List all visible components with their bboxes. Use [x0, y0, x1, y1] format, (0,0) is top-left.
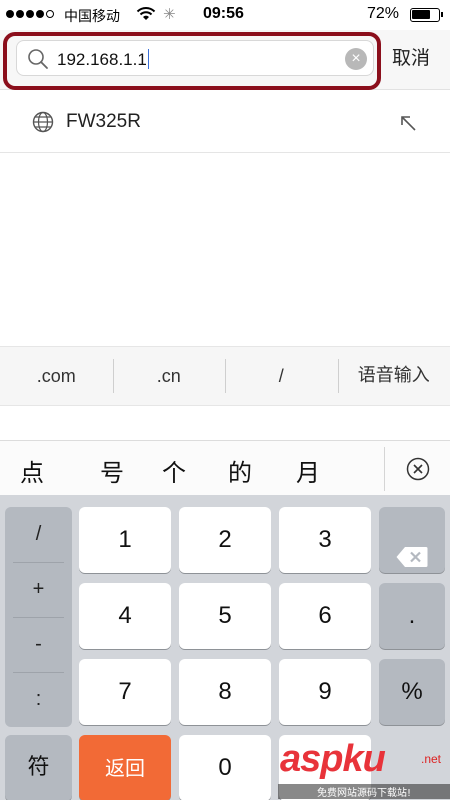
key-minus[interactable]: -: [5, 617, 72, 672]
arrow-up-left-icon[interactable]: [398, 113, 418, 138]
return-key[interactable]: 返回: [79, 735, 171, 800]
shortcut-slash[interactable]: /: [225, 359, 338, 393]
key-4[interactable]: 4: [79, 583, 171, 649]
key-dot[interactable]: .: [379, 583, 445, 649]
shortcut-bar: .com .cn / 语音输入: [0, 346, 450, 406]
symbol-column: / + - :: [5, 507, 72, 727]
candidate-bar: 点 号 个 的 月: [0, 440, 450, 495]
wifi-icon: [136, 6, 156, 26]
key-3[interactable]: 3: [279, 507, 371, 573]
search-header: 192.168.1.1 × 取消: [0, 30, 450, 90]
candidate-divider: [384, 447, 385, 491]
backspace-key[interactable]: [379, 507, 445, 573]
candidate-word[interactable]: 月: [296, 453, 320, 488]
activity-spinner-icon: ✳: [163, 6, 176, 23]
status-bar: 中国移动 ✳ 09:56 72%: [0, 0, 450, 30]
key-colon[interactable]: :: [5, 672, 72, 727]
signal-strength-icon: [6, 10, 54, 18]
shortcut-cn[interactable]: .cn: [112, 359, 226, 393]
battery-icon: [410, 8, 443, 22]
key-6[interactable]: 6: [279, 583, 371, 649]
key-0[interactable]: 0: [179, 735, 271, 800]
globe-icon: [32, 111, 54, 138]
watermark: aspku .net 免费网站源码下载站!: [278, 738, 450, 800]
candidate-word[interactable]: 点: [20, 453, 44, 488]
key-percent[interactable]: %: [379, 659, 445, 725]
shortcut-com[interactable]: .com: [0, 359, 113, 393]
key-9[interactable]: 9: [279, 659, 371, 725]
battery-percent: 72%: [367, 5, 400, 22]
key-8[interactable]: 8: [179, 659, 271, 725]
cancel-button[interactable]: 取消: [392, 43, 430, 70]
watermark-logo: aspku: [280, 738, 386, 780]
close-keyboard-icon[interactable]: [406, 457, 430, 486]
candidate-word[interactable]: 号: [100, 453, 124, 488]
watermark-subtitle: 免费网站源码下载站!: [278, 784, 450, 799]
carrier-name: 中国移动: [64, 9, 120, 25]
candidate-word[interactable]: 的: [228, 453, 252, 488]
suggestion-label: FW325R: [66, 111, 141, 132]
key-plus[interactable]: +: [5, 562, 72, 617]
annotation-highlight: [3, 32, 381, 90]
clock: 09:56: [203, 5, 244, 22]
key-5[interactable]: 5: [179, 583, 271, 649]
symbols-key[interactable]: 符: [5, 735, 72, 800]
key-7[interactable]: 7: [79, 659, 171, 725]
key-1[interactable]: 1: [79, 507, 171, 573]
watermark-domain: .net: [421, 752, 442, 766]
voice-input-button[interactable]: 语音输入: [337, 359, 450, 393]
suggestion-item[interactable]: FW325R: [0, 91, 450, 153]
candidate-word[interactable]: 个: [162, 453, 186, 488]
key-2[interactable]: 2: [179, 507, 271, 573]
key-slash[interactable]: /: [5, 507, 72, 562]
